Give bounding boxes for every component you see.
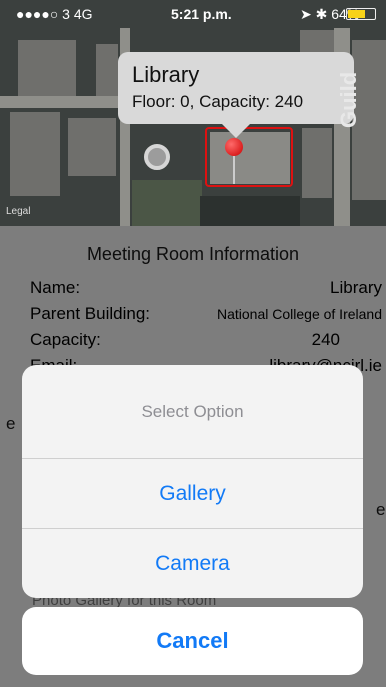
callout-title: Library bbox=[132, 62, 200, 87]
legal-link[interactable]: Legal bbox=[6, 206, 30, 217]
row-label: Name: bbox=[30, 278, 81, 297]
map-callout[interactable]: Library Floor: 0, Capacity: 240 bbox=[118, 52, 354, 138]
map-view[interactable]: Library Floor: 0, Capacity: 240 Guild Le… bbox=[0, 0, 386, 226]
row-value: Library bbox=[330, 278, 382, 297]
map-pin-icon[interactable] bbox=[225, 138, 243, 156]
action-sheet-title: Select Option bbox=[22, 365, 363, 459]
row-value: National College of Ireland bbox=[217, 306, 382, 322]
cancel-button[interactable]: Cancel bbox=[22, 607, 363, 675]
row-value: 240 bbox=[311, 330, 340, 349]
carrier-signal: ●●●●○ 3 4G bbox=[16, 6, 93, 22]
gallery-option-button[interactable]: Gallery bbox=[22, 459, 363, 529]
battery-icon bbox=[346, 8, 376, 20]
row-label: Capacity: bbox=[30, 330, 101, 349]
location-arrow-icon: ➤ ✱ bbox=[300, 6, 332, 22]
status-bar: ●●●●○ 3 4G 5:21 p.m. ➤ ✱ 64% bbox=[0, 0, 386, 28]
callout-subtitle: Floor: 0, Capacity: 240 bbox=[132, 92, 304, 111]
user-location-icon bbox=[144, 144, 170, 170]
action-sheet: Select Option Gallery Camera bbox=[22, 365, 363, 598]
partial-text-right: e bbox=[376, 500, 386, 519]
section-heading: Meeting Room Information bbox=[86, 244, 300, 264]
partial-text-left: e bbox=[6, 414, 16, 433]
row-label: Parent Building: bbox=[30, 304, 151, 323]
street-label: Guild bbox=[336, 71, 361, 128]
status-time: 5:21 p.m. bbox=[171, 6, 232, 22]
camera-option-button[interactable]: Camera bbox=[22, 529, 363, 598]
